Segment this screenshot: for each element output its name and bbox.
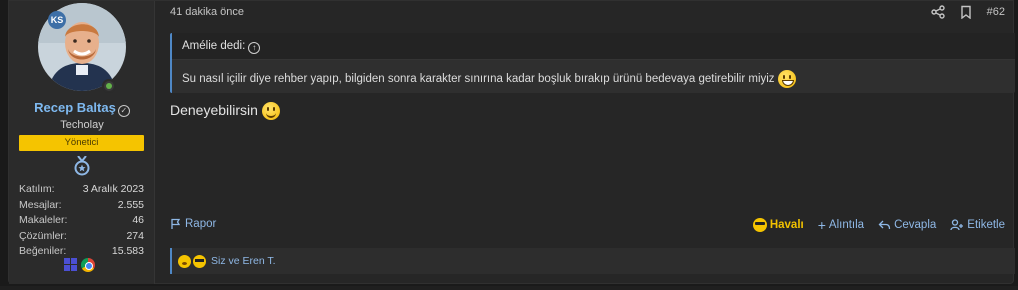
verified-check-icon: ✓ (117, 105, 130, 117)
role-banner: Yönetici (19, 135, 144, 151)
plus-icon: + (817, 217, 826, 233)
quote-author[interactable]: Amélie dedi: (182, 40, 245, 52)
forum-post: KS Recep Baltaş ✓ Techolay Yönetici Katıl… (8, 0, 1015, 284)
post-action-group: Havalı + Alıntıla Cevapla Etiketle (752, 217, 1005, 233)
post-message: Deneyebilirsin (170, 102, 280, 121)
stat-value: 15.583 (111, 245, 144, 257)
quote-text-line: Su nasıl içilir diye rehber yapıp, bilgi… (182, 70, 796, 88)
chrome-icon (81, 258, 95, 272)
stat-value: 2.555 (117, 198, 144, 211)
avatar-badge: KS (48, 11, 66, 29)
quote-header[interactable]: Amélie dedi: ↑ (172, 33, 1015, 60)
quote-button[interactable]: + Alıntıla (817, 217, 865, 233)
post-content: 41 dakika önce #62 Amélie dedi: ↑ Su nası… (156, 1, 1015, 284)
reply-button[interactable]: Cevapla (878, 219, 936, 231)
stat-row: Mesajlar: 2.555 (19, 198, 144, 214)
device-icons (64, 258, 95, 272)
stat-label: Katılım: (19, 183, 55, 195)
reply-label: Cevapla (894, 219, 937, 231)
stat-row: Makaleler: 46 (19, 213, 144, 229)
message-text: Deneyebilirsin (170, 102, 258, 118)
stat-value: 274 (126, 229, 144, 242)
stat-row: Katılım: 3 Aralık 2023 (19, 182, 144, 198)
medal-icon (73, 155, 91, 176)
report-flag-icon (171, 218, 181, 229)
cool-emoji-icon (752, 218, 767, 232)
reaction-button[interactable]: Havalı (752, 218, 804, 232)
username-text[interactable]: Recep Baltaş (34, 100, 116, 115)
tag-label: Etiketle (967, 219, 1005, 231)
reactions-bar[interactable]: Siz ve Eren T. (170, 248, 1015, 274)
reply-icon (878, 220, 891, 230)
stat-row: Çözümler: 274 (19, 229, 144, 245)
grinning-emoji-icon (777, 70, 796, 88)
stat-label: Beğeniler: (19, 245, 67, 257)
smile-emoji-icon (261, 102, 280, 121)
report-label: Rapor (185, 218, 217, 230)
username[interactable]: Recep Baltaş ✓ (9, 100, 155, 117)
post-number-link[interactable]: #62 (987, 6, 1005, 18)
page-divider (0, 286, 1018, 290)
stat-label: Çözümler: (19, 229, 67, 242)
stat-label: Mesajlar: (19, 198, 62, 211)
tag-user-button[interactable]: Etiketle (950, 219, 1005, 231)
user-info-panel: KS Recep Baltaş ✓ Techolay Yönetici Katıl… (9, 1, 155, 284)
reaction-label: Havalı (769, 219, 804, 231)
online-status-icon (102, 79, 116, 93)
flushed-emoji-icon (178, 254, 191, 268)
user-stats: Katılım: 3 Aralık 2023 Mesajlar: 2.555 M… (19, 182, 144, 260)
windows-icon (64, 258, 78, 272)
bookmark-icon[interactable] (959, 5, 973, 20)
quote-block: Amélie dedi: ↑ Su nasıl içilir diye rehbe… (170, 33, 1015, 93)
user-plus-icon (950, 219, 964, 231)
user-title: Techolay (60, 119, 104, 131)
report-button[interactable]: Rapor (170, 218, 216, 230)
quote-label: Alıntıla (828, 219, 865, 231)
stat-label: Makaleler: (19, 214, 68, 226)
cool-emoji-icon (193, 254, 206, 268)
post-actions: Rapor Havalı + Alıntıla Cevapla Etiketle (170, 218, 1005, 236)
post-tools: #62 (930, 5, 1005, 20)
stat-value: 46 (132, 214, 144, 226)
stat-value: 3 Aralık 2023 (82, 183, 144, 195)
reaction-users-link[interactable]: Siz ve Eren T. (211, 255, 276, 267)
share-icon[interactable] (930, 5, 945, 19)
quote-text: Su nasıl içilir diye rehber yapıp, bilgi… (182, 73, 775, 86)
post-timestamp[interactable]: 41 dakika önce (170, 6, 244, 18)
arrow-up-circle-icon[interactable]: ↑ (248, 42, 261, 54)
